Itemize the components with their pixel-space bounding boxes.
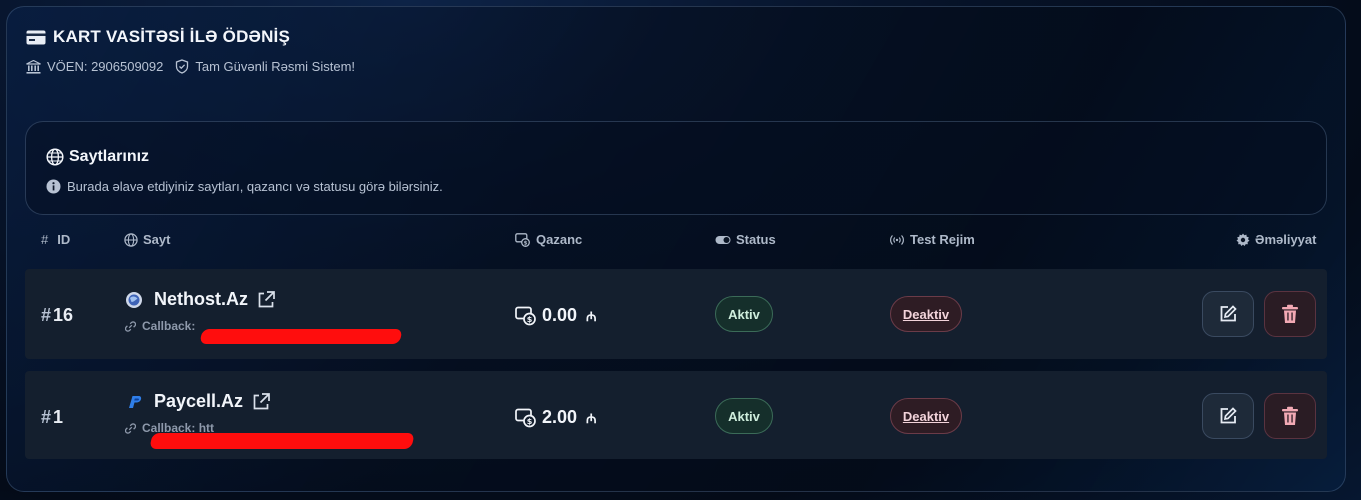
column-site[interactable]: Sayt [124,232,170,247]
edit-icon [1218,406,1238,426]
gear-icon [1236,233,1250,247]
globe-icon [46,148,64,166]
svg-text:$: $ [527,417,533,426]
column-status-label: Status [736,232,776,247]
signal-icon [889,234,905,246]
redaction-mark [149,433,415,449]
column-earnings[interactable]: $ Qazanc [515,232,582,247]
column-earnings-label: Qazanc [536,232,583,247]
site-name[interactable]: Paycell.Az [154,391,243,412]
table-row: #16 Nethost.Az Callback: $ 0.00 ₼ Aktiv … [25,269,1327,359]
money-icon: $ [515,232,531,247]
edit-button[interactable] [1202,393,1254,439]
currency-symbol: ₼ [586,410,597,426]
svg-text:$: $ [527,315,533,324]
earnings-amount: 0.00 [542,305,578,325]
card-icon [26,30,46,45]
sites-description: Burada əlavə etdiyiniz saytları, qazancı… [46,179,443,194]
column-id-label: ID [57,232,71,247]
trash-icon [1281,304,1299,324]
site-name[interactable]: Nethost.Az [154,289,248,310]
payment-panel: KART VASİTƏSİ İLƏ ÖDƏNİŞ VÖEN: 290650909… [6,6,1346,492]
money-icon: $ [515,408,537,428]
test-mode-toggle[interactable]: Deaktiv [890,296,962,332]
sites-section-title: Saytlarınız [46,148,149,166]
row-id: #16 [41,305,74,325]
toggle-icon [715,235,731,245]
sites-title-text: Saytlarınız [69,148,150,165]
table-row: #1 Paycell.Az Callback: htt $ 2.00 ₼ Akt… [25,371,1327,459]
delete-button[interactable] [1264,291,1316,337]
delete-button[interactable] [1264,393,1316,439]
globe-icon [124,232,138,247]
column-id-hash: # [41,232,49,247]
secure-system-text: Tam Güvənli Rəsmi Sistem! [195,59,356,74]
svg-text:$: $ [524,240,528,246]
earnings-cell: $ 2.00 ₼ [515,407,597,428]
trash-icon [1281,406,1299,426]
column-test-mode-label: Test Rejim [910,232,975,247]
column-actions-label: Əməliyyat [1255,232,1317,247]
bank-icon [26,59,41,74]
site-cell: Nethost.Az Callback: [125,289,276,333]
header-subtitle: VÖEN: 2906509092 Tam Güvənli Rəsmi Siste… [26,59,355,74]
row-id: #1 [41,407,64,427]
page-title-text: KART VASİTƏSİ İLƏ ÖDƏNİŞ [53,27,291,46]
earnings-amount: 2.00 [542,407,578,427]
table-header: # ID Sayt $ Qazanc Status Test Rejim Əmə… [25,229,1327,253]
page-title: KART VASİTƏSİ İLƏ ÖDƏNİŞ [26,27,355,47]
edit-button[interactable] [1202,291,1254,337]
site-favicon [125,393,146,411]
column-test-mode[interactable]: Test Rejim [889,232,975,247]
shield-icon [175,59,189,74]
site-cell: Paycell.Az Callback: htt [125,391,271,435]
external-link-icon[interactable] [251,392,271,412]
column-site-label: Sayt [143,232,171,247]
column-actions[interactable]: Əməliyyat [1236,232,1316,247]
link-icon [125,320,136,332]
redaction-mark [199,329,403,344]
link-icon [125,422,136,434]
sites-info-box: Saytlarınız Burada əlavə etdiyiniz saytl… [25,121,1327,215]
info-icon [46,179,61,194]
currency-symbol: ₼ [586,308,597,324]
voen-text: VÖEN: 2906509092 [47,59,164,74]
status-badge: Aktiv [715,398,773,434]
status-badge: Aktiv [715,296,773,332]
test-mode-toggle[interactable]: Deaktiv [890,398,962,434]
money-icon: $ [515,306,537,326]
column-id[interactable]: # ID [41,232,70,247]
callback-label: Callback: [142,319,196,333]
sites-description-text: Burada əlavə etdiyiniz saytları, qazancı… [67,179,443,194]
external-link-icon[interactable] [256,290,276,310]
panel-header: KART VASİTƏSİ İLƏ ÖDƏNİŞ VÖEN: 290650909… [26,27,355,74]
edit-icon [1218,304,1238,324]
earnings-cell: $ 0.00 ₼ [515,305,597,326]
site-favicon [125,291,146,309]
column-status[interactable]: Status [715,232,776,247]
